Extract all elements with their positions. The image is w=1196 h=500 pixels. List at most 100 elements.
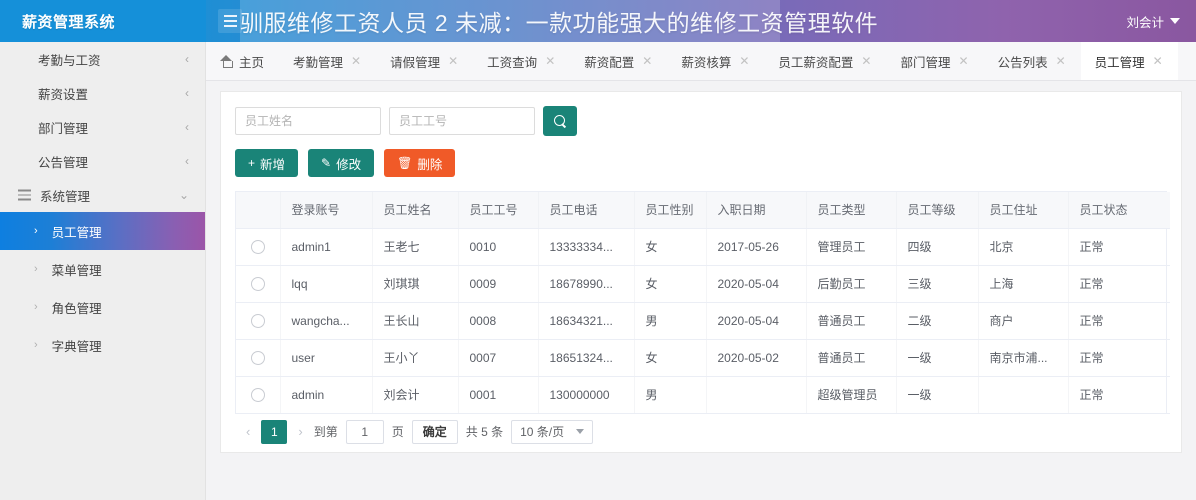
hamburger-icon[interactable] (218, 9, 242, 33)
tab-4[interactable]: 薪资配置 ✕ (570, 42, 667, 80)
table-cell-no: 0008 (458, 302, 539, 340)
table-header-cell: 员工状态 (1068, 192, 1170, 229)
chevron-left-icon: ‹ (185, 86, 189, 100)
close-icon[interactable]: ✕ (545, 55, 555, 67)
action-button-0[interactable]: + 新增 (235, 149, 299, 177)
sidebar-item-3[interactable]: 公告管理 ‹ (0, 144, 205, 178)
caret-down-icon (1170, 18, 1180, 24)
table-cell-type: 管理员工 (806, 228, 897, 266)
table-row[interactable]: admin 刘会计 0001 130000000 男 超级管理员 一级 正常 (236, 376, 1170, 414)
tab-9[interactable]: 员工管理 ✕ (1080, 42, 1178, 80)
row-radio-button[interactable] (250, 239, 265, 254)
sidebar-subitem-3[interactable]: › 字典管理 (0, 326, 205, 364)
pagination-next[interactable]: › (295, 424, 305, 439)
table-cell-date: 2017-05-26 (706, 228, 807, 266)
list-icon (18, 189, 31, 201)
sidebar-subitem-label: 角色管理 (51, 301, 102, 316)
close-icon[interactable]: ✕ (959, 55, 969, 67)
close-icon[interactable]: ✕ (351, 55, 361, 67)
table-cell-type: 超级管理员 (806, 376, 897, 414)
tab-5[interactable]: 薪资核算 ✕ (667, 42, 764, 80)
employee-no-input[interactable] (389, 107, 535, 135)
row-radio-button[interactable] (250, 387, 265, 402)
user-menu[interactable]: 刘会计 (1126, 0, 1180, 42)
tab-label: 公告列表 (997, 55, 1048, 70)
sidebar-subitem-2[interactable]: › 角色管理 (0, 288, 205, 326)
row-select-cell (236, 376, 281, 414)
table-header-cell: 员工类型 (806, 192, 897, 229)
table-cell-name: 王老七 (372, 228, 459, 266)
tab-0[interactable]: 主页 (206, 42, 279, 80)
trash-icon: 🗑 (397, 156, 413, 170)
close-icon[interactable]: ✕ (1056, 55, 1066, 67)
row-radio-button[interactable] (250, 350, 265, 365)
table-cell-no: 0001 (458, 376, 539, 414)
chevron-left-icon: ‹ (185, 154, 189, 168)
tab-6[interactable]: 员工薪资配置 ✕ (764, 42, 886, 80)
sidebar-subitem-label: 菜单管理 (51, 263, 102, 278)
tab-8[interactable]: 公告列表 ✕ (984, 42, 1081, 80)
sidebar-item-0[interactable]: 考勤与工资 ‹ (0, 42, 205, 76)
table-body: admin1 王老七 0010 13333334... 女 2017-05-26 管理员工四… (236, 228, 1170, 414)
employee-panel: +新增 ✎修改 🗑删除 登录账号员工姓名员工工号员工电话员工性别入职日期员工类型员工… (220, 91, 1182, 453)
page-size-select[interactable]: 10 条/页 (511, 419, 594, 444)
plus-icon: + (248, 156, 256, 170)
tab-2[interactable]: 请假管理 ✕ (376, 42, 473, 80)
table-header-row: 登录账号 员工姓名 员工工号 员工电话 员工性别 入职日期 员工类型 员工等级 员工住址 员工状态 (236, 192, 1170, 229)
table-row[interactable]: wangcha... 王长山 0008 18634321... 男 2020-05-04 普… (236, 302, 1170, 340)
close-icon[interactable]: ✕ (861, 55, 871, 67)
sidebar-subitem-0[interactable]: › 员工管理 (0, 212, 205, 250)
table-cell-addr: 商户 (978, 302, 1069, 340)
sidebar-item-4[interactable]: 系统管理 ⌄ (0, 178, 205, 212)
row-select-cell (236, 228, 281, 266)
chevron-right-icon: › (34, 301, 38, 313)
sidebar[interactable]: 考勤与工资 ‹ 薪资设置 ‹ 部门管理 ‹ 公告管理 ‹ 系统管理 ⌄ › 员工管理 › 菜单管理 › 角色… (0, 42, 206, 500)
main-content: +新增 ✎修改 🗑删除 登录账号员工姓名员工工号员工电话员工性别入职日期员工类型员工… (206, 81, 1196, 500)
pagination-goto-input[interactable] (345, 419, 384, 444)
chevron-down-icon (576, 429, 585, 434)
row-radio-button[interactable] (250, 276, 265, 291)
action-button-1[interactable]: ✎ 修改 (308, 149, 375, 177)
table-cell-type: 后勤员工 (806, 265, 897, 303)
chevron-left-icon: ‹ (185, 52, 189, 66)
close-icon[interactable]: ✕ (1153, 55, 1163, 67)
table-row[interactable]: admin1 王老七 0010 13333334... 女 2017-05-26 管理员工四… (236, 228, 1170, 266)
row-radio-button[interactable] (250, 313, 265, 328)
close-icon[interactable]: ✕ (642, 55, 652, 67)
chevron-left-icon: ‹ (185, 120, 189, 134)
sidebar-item-label: 薪资设置 (38, 87, 89, 102)
search-button[interactable] (543, 106, 577, 136)
row-select-cell (236, 339, 281, 377)
tab-1[interactable]: 考勤管理 ✕ (279, 42, 376, 80)
table-cell-date: 2020-05-02 (706, 339, 807, 377)
action-button-row[interactable]: + 新增 ✎ 修改 🗑 删除 (235, 149, 1167, 177)
app-logo: 薪资管理系统 (0, 0, 206, 42)
close-icon[interactable]: ✕ (739, 55, 749, 67)
pagination[interactable]: ‹ 1 › 到第 页 确定 共 5 条 10 条/页 (235, 414, 1167, 450)
sidebar-item-2[interactable]: 部门管理 ‹ (0, 110, 205, 144)
tab-label: 工资查询 (487, 55, 538, 70)
employee-table-wrapper: 登录账号 员工姓名 员工工号 员工电话 员工性别 入职日期 员工类型 员工等级 员工住址 员工状态… (235, 191, 1170, 414)
pagination-total: 共 5 条 (465, 425, 504, 439)
table-row[interactable]: lqq 刘琪琪 0009 18678990... 女 2020-05-04 后勤员工 三级 上海… (236, 265, 1170, 303)
pagination-confirm-button[interactable]: 确定 (411, 419, 458, 444)
table-cell-sex: 女 (634, 228, 707, 266)
tab-label: 员工薪资配置 (778, 55, 854, 70)
table-cell-level: 四级 (896, 228, 979, 266)
sidebar-item-label: 部门管理 (38, 121, 89, 136)
action-button-2[interactable]: 🗑 删除 (384, 149, 456, 177)
pagination-page-1[interactable]: 1 (261, 419, 288, 444)
close-icon[interactable]: ✕ (448, 55, 458, 67)
pagination-prev[interactable]: ‹ (243, 424, 253, 439)
sidebar-subitem-1[interactable]: › 菜单管理 (0, 250, 205, 288)
table-row[interactable]: user 王小丫 0007 18651324... 女 2020-05-02 普通员工 一级南… (236, 339, 1170, 377)
tab-3[interactable]: 工资查询 ✕ (473, 42, 570, 80)
table-cell-name: 刘会计 (372, 376, 459, 414)
table-cell-date: 2020-05-04 (706, 302, 807, 340)
search-row (235, 106, 1167, 136)
sidebar-item-1[interactable]: 薪资设置 ‹ (0, 76, 205, 110)
action-button-label: 修改 (336, 157, 362, 172)
tab-7[interactable]: 部门管理 ✕ (886, 42, 983, 80)
tab-bar[interactable]: 主页 考勤管理 ✕ 请假管理 ✕ 工资查询 ✕ 薪资配置 ✕ 薪资核算 ✕ 员工薪资配置 ✕ 部门管理 ✕ 公… (206, 42, 1196, 81)
employee-name-input[interactable] (235, 107, 381, 135)
